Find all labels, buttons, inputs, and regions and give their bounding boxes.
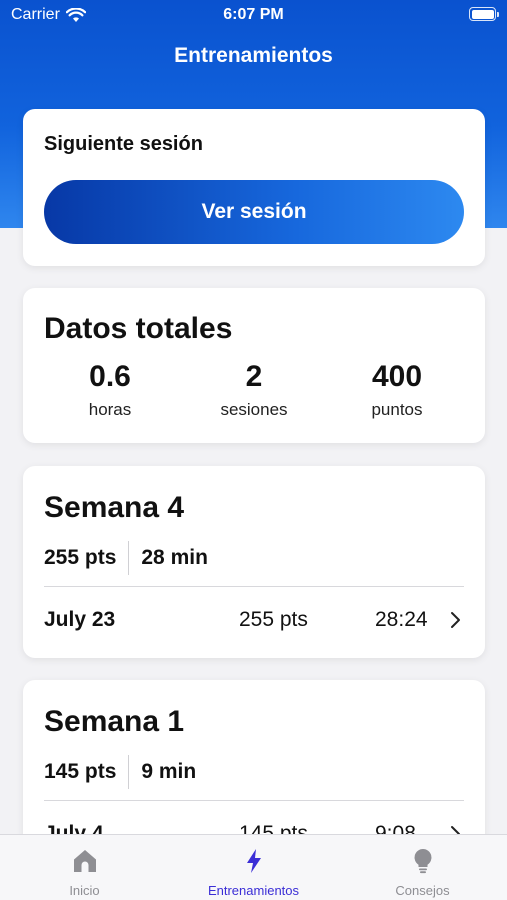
week-title: Semana 1 <box>44 705 185 738</box>
week-card: Semana 4 255 pts 28 min July 23 255 pts … <box>23 466 485 658</box>
week-summary: 145 pts 9 min <box>44 755 196 789</box>
stat-value: 400 <box>371 360 423 393</box>
tab-inicio[interactable]: Inicio <box>0 835 169 900</box>
tab-consejos[interactable]: Consejos <box>338 835 507 900</box>
lightbulb-icon <box>414 849 432 874</box>
summary-divider <box>128 755 130 789</box>
tab-label: Entrenamientos <box>207 883 300 898</box>
stat-label: puntos <box>371 400 423 419</box>
week-points: 255 pts <box>44 546 117 569</box>
status-time: 6:07 PM <box>223 6 284 23</box>
divider <box>44 800 464 801</box>
session-row[interactable]: July 23 255 pts 28:24 <box>44 604 464 636</box>
bolt-icon <box>247 849 261 873</box>
stat-value: 0.6 <box>89 360 131 393</box>
tab-entrenamientos[interactable]: Entrenamientos <box>169 835 338 900</box>
session-points: 255 pts <box>239 608 308 631</box>
stat-label: horas <box>88 400 132 419</box>
week-minutes: 28 min <box>141 546 208 569</box>
page-title: Entrenamientos <box>174 44 333 67</box>
stat-points: 400 puntos <box>327 360 467 420</box>
summary-divider <box>128 541 130 575</box>
next-session-card: Siguiente sesión Ver sesión <box>23 109 485 266</box>
next-session-title: Siguiente sesión <box>44 133 203 155</box>
week-minutes: 9 min <box>141 760 197 783</box>
tab-label: Inicio <box>69 883 100 898</box>
status-bar: Carrier 6:07 PM <box>0 0 507 34</box>
battery-icon <box>469 7 499 21</box>
week-summary: 255 pts 28 min <box>44 541 208 575</box>
view-session-button[interactable]: Ver sesión <box>44 180 464 244</box>
tab-bar: Inicio Entrenamientos Consejos <box>0 834 507 900</box>
divider <box>44 586 464 587</box>
week-points: 145 pts <box>44 760 117 783</box>
stat-sessions: 2 sesiones <box>184 360 324 420</box>
totals-title: Datos totales <box>44 312 233 345</box>
week-title: Semana 4 <box>44 491 185 524</box>
tab-label: Consejos <box>395 883 450 898</box>
stat-hours: 0.6 horas <box>40 360 180 420</box>
chevron-right-icon <box>451 612 460 628</box>
stat-label: sesiones <box>220 400 288 419</box>
home-icon <box>74 850 96 872</box>
stat-value: 2 <box>245 360 263 393</box>
session-duration: 28:24 <box>375 608 428 631</box>
totals-card: Datos totales 0.6 horas 2 sesiones 400 p… <box>23 288 485 443</box>
session-date: July 23 <box>44 608 116 631</box>
